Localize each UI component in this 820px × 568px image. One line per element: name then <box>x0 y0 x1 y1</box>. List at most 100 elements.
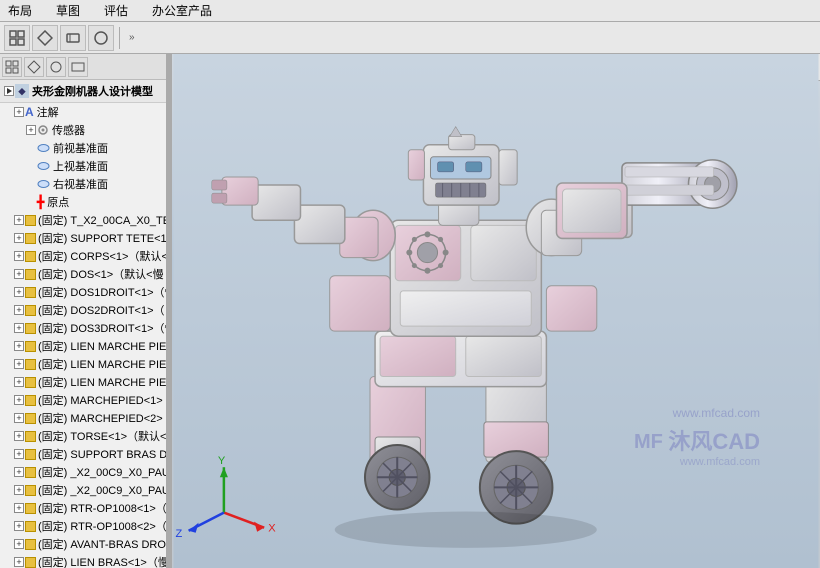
tree-root-label: 夹形金刚机器人设计模型 <box>32 83 153 99</box>
dos1droit-label: (固定) DOS1DROIT<1>（慢 <box>38 284 166 300</box>
left-toolbar-btn-4[interactable] <box>68 57 88 77</box>
tree-item-lien-marche3[interactable]: + (固定) LIEN MARCHE PIE <box>0 373 166 391</box>
front-plane-icon <box>37 143 50 153</box>
left-panel-toolbar <box>0 54 166 80</box>
x2-pau1-expand[interactable]: + <box>14 467 24 477</box>
part-icon-dos1droit <box>25 287 36 298</box>
toolbar-more[interactable]: » <box>125 30 139 45</box>
sensors-expand[interactable]: + <box>26 125 36 135</box>
tree-item-marchepied2[interactable]: + (固定) MARCHEPIED<2>（ <box>0 409 166 427</box>
left-toolbar-btn-3[interactable] <box>46 57 66 77</box>
left-toolbar-btn-1[interactable] <box>2 57 22 77</box>
corps-label: (固定) CORPS<1>（默认< <box>38 248 166 264</box>
tree-item-lien-bras1[interactable]: + (固定) LIEN BRAS<1>（慢 <box>0 553 166 568</box>
tree-item-annotations[interactable]: + A 注解 <box>0 103 166 121</box>
lien-marche1-expand[interactable]: + <box>14 341 24 351</box>
toolbar-btn-2[interactable] <box>32 25 58 51</box>
marchepied1-expand[interactable]: + <box>14 395 24 405</box>
support-tete-label: (固定) SUPPORT TETE<1>... <box>38 230 166 246</box>
menu-evaluate[interactable]: 评估 <box>100 2 132 19</box>
tree-item-lien-marche2[interactable]: + (固定) LIEN MARCHE PIE <box>0 355 166 373</box>
sensors-label: 传感器 <box>52 122 85 138</box>
part-icon-t-x2 <box>25 215 36 226</box>
part-icon-corps <box>25 251 36 262</box>
part-icon-lien-marche3 <box>25 377 36 388</box>
tree-item-x2-pau2[interactable]: + (固定) _X2_00C9_X0_PAU <box>0 481 166 499</box>
marchepied2-expand[interactable]: + <box>14 413 24 423</box>
sensors-icon <box>37 124 49 136</box>
part-icon-rtr1 <box>25 503 36 514</box>
part-icon-rtr2 <box>25 521 36 532</box>
rtr2-expand[interactable]: + <box>14 521 24 531</box>
lien-marche1-label: (固定) LIEN MARCHE PIE <box>38 338 166 354</box>
tree-item-support-tete[interactable]: + (固定) SUPPORT TETE<1>... <box>0 229 166 247</box>
front-plane-label: 前视基准面 <box>53 140 108 156</box>
3d-viewport[interactable]: X Y Z www.mfcad.com MF <box>172 54 820 568</box>
right-plane-label: 右视基准面 <box>53 176 108 192</box>
tree-root[interactable]: ◆ 夹形金刚机器人设计模型 <box>0 80 166 103</box>
x2-pau2-expand[interactable]: + <box>14 485 24 495</box>
top-plane-label: 上视基准面 <box>53 158 108 174</box>
torse-label: (固定) TORSE<1>（默认< <box>38 428 166 444</box>
tree-root-expand[interactable] <box>4 86 14 96</box>
t-x2-expand[interactable]: + <box>14 215 24 225</box>
menu-layout[interactable]: 布局 <box>4 2 36 19</box>
tree-item-rtr2[interactable]: + (固定) RTR-OP1008<2>（ <box>0 517 166 535</box>
dos-expand[interactable]: + <box>14 269 24 279</box>
marchepied1-label: (固定) MARCHEPIED<1>（ <box>38 392 166 408</box>
tree-item-dos[interactable]: + (固定) DOS<1>（默认<慢 <box>0 265 166 283</box>
tree-item-front-plane[interactable]: + 前视基准面 <box>0 139 166 157</box>
tree-item-torse[interactable]: + (固定) TORSE<1>（默认< <box>0 427 166 445</box>
tree-item-origin[interactable]: + ╋ 原点 <box>0 193 166 211</box>
support-tete-expand[interactable]: + <box>14 233 24 243</box>
tree-item-support-bras[interactable]: + (固定) SUPPORT BRAS DR <box>0 445 166 463</box>
tree-item-dos3droit[interactable]: + (固定) DOS3DROIT<1>（慢 <box>0 319 166 337</box>
part-icon-x2-pau2 <box>25 485 36 496</box>
toolbar-btn-3[interactable] <box>60 25 86 51</box>
tree-item-avant-bras[interactable]: + (固定) AVANT-BRAS DROI <box>0 535 166 553</box>
part-icon-torse <box>25 431 36 442</box>
svg-text:Y: Y <box>218 455 226 467</box>
tree-view: ◆ 夹形金刚机器人设计模型 + A 注解 + 传感器 + 前视基准面 <box>0 80 166 568</box>
lien-marche3-expand[interactable]: + <box>14 377 24 387</box>
lien-bras1-expand[interactable]: + <box>14 557 24 567</box>
annotation-icon: A <box>25 105 34 119</box>
menu-sketch[interactable]: 草图 <box>52 2 84 19</box>
toolbar-btn-1[interactable] <box>4 25 30 51</box>
tree-item-rtr1[interactable]: + (固定) RTR-OP1008<1>（ <box>0 499 166 517</box>
tree-item-x2-pau1[interactable]: + (固定) _X2_00C9_X0_PAU <box>0 463 166 481</box>
marchepied2-label: (固定) MARCHEPIED<2>（ <box>38 410 166 426</box>
tree-item-top-plane[interactable]: + 上视基准面 <box>0 157 166 175</box>
support-bras-label: (固定) SUPPORT BRAS DR <box>38 446 166 462</box>
tree-item-dos1droit[interactable]: + (固定) DOS1DROIT<1>（慢 <box>0 283 166 301</box>
toolbar-btn-4[interactable] <box>88 25 114 51</box>
dos2droit-expand[interactable]: + <box>14 305 24 315</box>
corps-expand[interactable]: + <box>14 251 24 261</box>
tree-item-corps[interactable]: + (固定) CORPS<1>（默认< <box>0 247 166 265</box>
support-bras-expand[interactable]: + <box>14 449 24 459</box>
tree-item-marchepied1[interactable]: + (固定) MARCHEPIED<1>（ <box>0 391 166 409</box>
tree-item-sensors[interactable]: + 传感器 <box>0 121 166 139</box>
dos3droit-expand[interactable]: + <box>14 323 24 333</box>
right-plane-icon <box>37 179 50 189</box>
viewport: □ <box>172 54 820 568</box>
left-toolbar-btn-2[interactable] <box>24 57 44 77</box>
toolbar-separator-1 <box>119 27 120 49</box>
annotations-expand[interactable]: + <box>14 107 24 117</box>
main-toolbar: » <box>0 22 820 54</box>
lien-marche3-label: (固定) LIEN MARCHE PIE <box>38 374 166 390</box>
tree-item-t-x2[interactable]: + (固定) T_X2_00CA_X0_TE <box>0 211 166 229</box>
svg-text:X: X <box>268 523 276 535</box>
dos1droit-expand[interactable]: + <box>14 287 24 297</box>
part-icon-lien-bras1 <box>25 557 36 568</box>
lien-marche2-expand[interactable]: + <box>14 359 24 369</box>
menu-office[interactable]: 办公室产品 <box>148 2 216 19</box>
rtr1-expand[interactable]: + <box>14 503 24 513</box>
avant-bras-expand[interactable]: + <box>14 539 24 549</box>
torse-expand[interactable]: + <box>14 431 24 441</box>
tree-item-dos2droit[interactable]: + (固定) DOS2DROIT<1>（ <box>0 301 166 319</box>
tree-item-lien-marche1[interactable]: + (固定) LIEN MARCHE PIE <box>0 337 166 355</box>
main-layout: ◆ 夹形金刚机器人设计模型 + A 注解 + 传感器 + 前视基准面 <box>0 54 820 568</box>
part-icon-marchepied2 <box>25 413 36 424</box>
tree-item-right-plane[interactable]: + 右视基准面 <box>0 175 166 193</box>
